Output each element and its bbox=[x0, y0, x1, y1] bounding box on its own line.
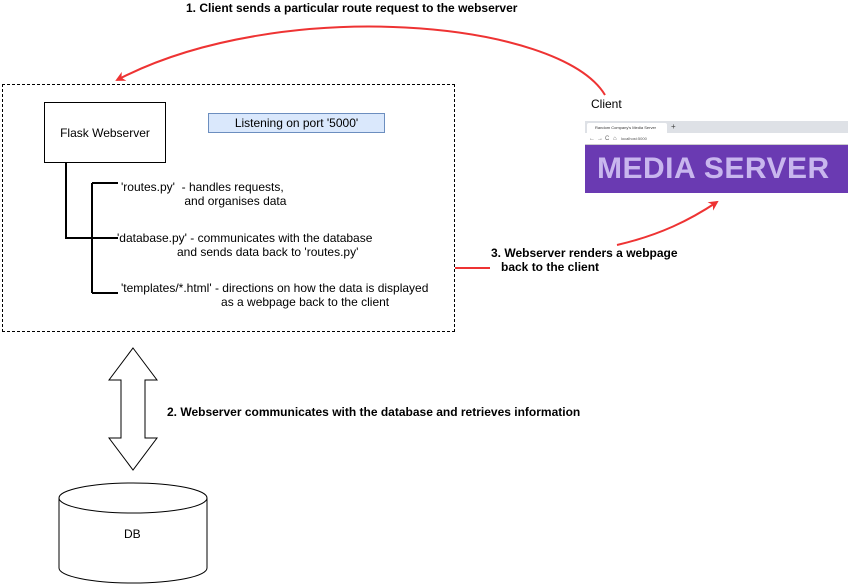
client-browser-window: Random Company's Media Server + ← → C ⌂ … bbox=[585, 121, 848, 193]
step1-label: 1. Client sends a particular route reque… bbox=[186, 1, 518, 15]
url-field[interactable]: localhost:5000 bbox=[621, 135, 647, 143]
port-label: Listening on port '5000' bbox=[234, 116, 359, 130]
file-routes: 'routes.py' - handles requests, and orga… bbox=[121, 180, 287, 208]
client-label: Client bbox=[591, 97, 622, 111]
port-box: Listening on port '5000' bbox=[208, 113, 385, 133]
browser-tab[interactable]: Random Company's Media Server bbox=[587, 123, 667, 133]
browser-tab-title: Random Company's Media Server bbox=[595, 125, 657, 130]
step3-label: 3. Webserver renders a webpage back to t… bbox=[491, 246, 678, 274]
response-arrow bbox=[616, 200, 719, 246]
media-server-title: MEDIA SERVER bbox=[597, 152, 830, 185]
media-server-banner: MEDIA SERVER bbox=[585, 145, 848, 193]
file-database: 'database.py' - communicates with the da… bbox=[117, 231, 373, 259]
back-icon[interactable]: ← bbox=[589, 134, 595, 144]
new-tab-icon[interactable]: + bbox=[671, 122, 676, 132]
forward-icon[interactable]: → bbox=[597, 134, 603, 144]
flask-webserver-title: Flask Webserver bbox=[60, 125, 150, 140]
db-communication-arrow bbox=[108, 347, 158, 471]
file-templates: 'templates/*.html' - directions on how t… bbox=[121, 281, 429, 309]
flask-webserver-box: Flask Webserver bbox=[44, 102, 166, 163]
home-icon[interactable]: ⌂ bbox=[613, 134, 617, 144]
db-label: DB bbox=[124, 527, 141, 541]
step2-label: 2. Webserver communicates with the datab… bbox=[167, 405, 581, 419]
browser-address-bar: ← → C ⌂ localhost:5000 bbox=[585, 133, 848, 145]
browser-tab-bar: Random Company's Media Server + bbox=[585, 121, 848, 133]
reload-icon[interactable]: C bbox=[605, 134, 609, 144]
